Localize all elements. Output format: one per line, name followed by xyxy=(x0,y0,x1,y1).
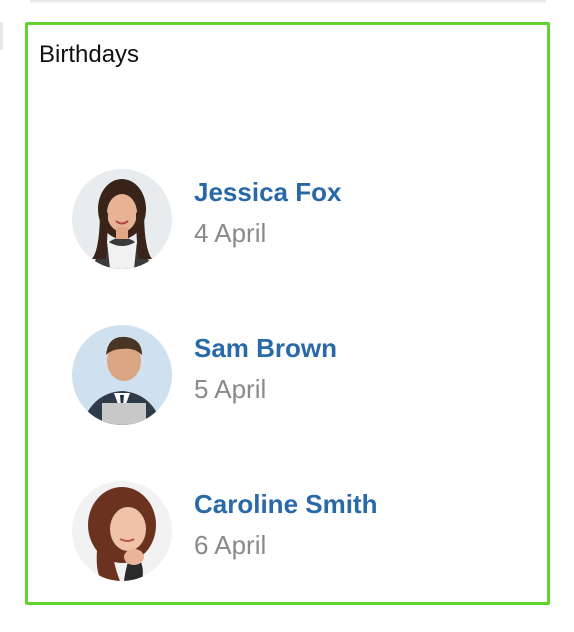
person-item: Jessica Fox 4 April xyxy=(72,169,532,269)
left-edge-tab xyxy=(0,22,3,50)
top-shadow-divider xyxy=(30,0,546,4)
person-item: Caroline Smith 6 April xyxy=(72,481,532,581)
person-name[interactable]: Sam Brown xyxy=(194,333,337,364)
person-item: Sam Brown 5 April xyxy=(72,325,532,425)
person-name[interactable]: Jessica Fox xyxy=(194,177,341,208)
birthday-date: 4 April xyxy=(194,218,267,248)
woman-red-hair-avatar[interactable] xyxy=(72,481,172,581)
woman-dark-hair-avatar[interactable] xyxy=(72,169,172,269)
man-with-tablet-avatar[interactable] xyxy=(72,325,172,425)
birthday-date: 6 April xyxy=(194,530,267,560)
birthdays-widget: Birthdays Jessica Fox 4 April Sam Brown … xyxy=(25,22,550,605)
widget-title: Birthdays xyxy=(39,41,140,68)
person-name[interactable]: Caroline Smith xyxy=(194,489,377,520)
birthday-date: 5 April xyxy=(194,374,267,404)
